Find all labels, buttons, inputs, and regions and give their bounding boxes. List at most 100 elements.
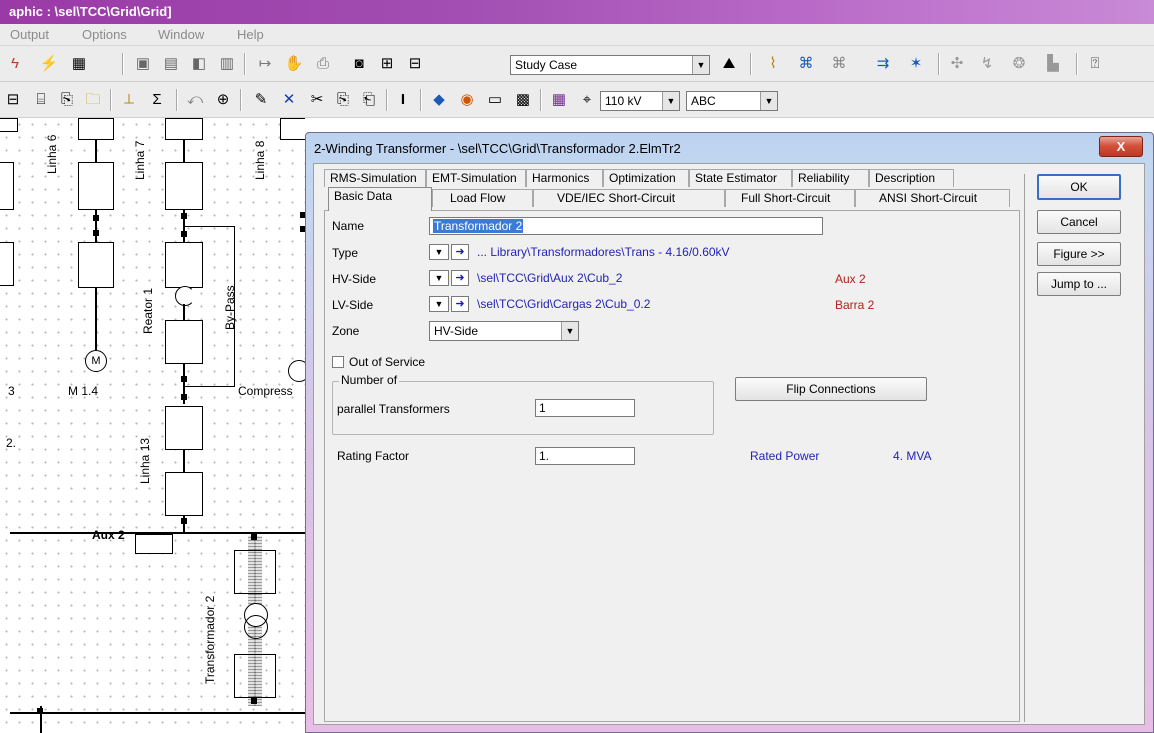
undo-icon[interactable]: ⤺ xyxy=(184,89,206,111)
relay-plot-icon[interactable]: ⌘ xyxy=(828,53,850,75)
palette-icon[interactable]: ◉ xyxy=(456,89,478,111)
jump-to-button[interactable]: Jump to ... xyxy=(1037,272,1121,296)
close-button[interactable]: X xyxy=(1099,136,1143,157)
element-box[interactable] xyxy=(78,242,114,288)
study-case-select[interactable]: Study Case ▼ xyxy=(510,55,710,75)
network-icon[interactable]: ▣ xyxy=(132,53,154,75)
compressor-motor-icon[interactable] xyxy=(288,360,305,382)
tab-vde-iec-short-circuit[interactable]: VDE/IEC Short-Circuit xyxy=(533,189,725,207)
lv-dropdown-button[interactable]: ▼ xyxy=(429,296,449,312)
hv-side-value[interactable]: \sel\TCC\Grid\Aux 2\Cub_2 xyxy=(477,271,622,285)
element-box[interactable] xyxy=(0,118,18,132)
bar-icon[interactable]: ▙ xyxy=(1042,53,1064,75)
type-value[interactable]: ... Library\Transformadores\Trans - 4.16… xyxy=(477,245,730,259)
tab-emt-simulation[interactable]: EMT-Simulation xyxy=(426,169,526,187)
new-doc-icon[interactable]: ⌸ xyxy=(30,89,52,111)
chart-icon[interactable]: ⛰ xyxy=(718,53,740,75)
tab-reliability[interactable]: Reliability xyxy=(792,169,869,187)
help-icon[interactable]: ⍰ xyxy=(1084,53,1106,75)
cancel-button[interactable]: Cancel xyxy=(1037,210,1121,234)
line-6-box[interactable] xyxy=(78,118,114,140)
wave-icon[interactable]: ↯ xyxy=(976,53,998,75)
bus-barra-2[interactable] xyxy=(10,712,305,714)
list-icon[interactable]: ▥ xyxy=(216,53,238,75)
element-box[interactable] xyxy=(234,654,276,698)
phase-select[interactable]: ABC ▼ xyxy=(686,91,778,111)
cut-icon[interactable]: ✂ xyxy=(306,89,328,111)
name-input[interactable]: Transformador 2 xyxy=(429,217,823,235)
layout-icon[interactable]: ▩ xyxy=(512,89,534,111)
add-image-icon[interactable]: ⊕ xyxy=(212,89,234,111)
figure-button[interactable]: Figure >> xyxy=(1037,242,1121,266)
tab-harmonics[interactable]: Harmonics xyxy=(526,169,603,187)
tab-state-estimator[interactable]: State Estimator xyxy=(689,169,792,187)
report-icon[interactable]: ▦ xyxy=(68,53,90,75)
node-icon[interactable]: ⟂ xyxy=(118,89,140,111)
grid-icon[interactable]: ⊞ xyxy=(376,53,398,75)
menu-output[interactable]: Output xyxy=(10,27,49,42)
element-box[interactable] xyxy=(165,472,203,516)
tab-ansi-short-circuit[interactable]: ANSI Short-Circuit xyxy=(855,189,1010,207)
camera-icon[interactable]: ◙ xyxy=(348,53,370,75)
flip-connections-button[interactable]: Flip Connections xyxy=(735,377,927,401)
element-box[interactable] xyxy=(0,162,14,210)
parallel-transformers-input[interactable]: 1 xyxy=(535,399,635,417)
element-box[interactable] xyxy=(165,242,203,288)
flash-icon[interactable]: ϟ xyxy=(4,53,26,75)
pointer-icon[interactable]: ↦ xyxy=(254,53,276,75)
paste-icon[interactable]: ⎗ xyxy=(358,89,380,111)
new-page-icon[interactable]: ⊟ xyxy=(2,89,24,111)
voltage-select[interactable]: 110 kV ▼ xyxy=(600,91,680,111)
table-icon[interactable]: ⊟ xyxy=(404,53,426,75)
motor-icon[interactable]: M xyxy=(85,350,107,372)
print-icon[interactable]: ⎙ xyxy=(312,53,334,75)
browser-icon[interactable]: ◧ xyxy=(188,53,210,75)
element-box[interactable] xyxy=(165,406,203,450)
open-folder-icon[interactable]: 🗀 xyxy=(82,89,104,111)
out-of-service-checkbox[interactable] xyxy=(332,356,344,368)
load-flow-icon[interactable]: ⚡ xyxy=(38,53,60,75)
line-7-box[interactable] xyxy=(165,118,203,140)
type-jump-button[interactable]: ➜ xyxy=(451,244,469,260)
fault-icon[interactable]: ✶ xyxy=(905,53,927,75)
hv-dropdown-button[interactable]: ▼ xyxy=(429,270,449,286)
zone-select[interactable]: HV-Side ▼ xyxy=(429,321,579,341)
element-box[interactable] xyxy=(78,162,114,210)
tab-optimization[interactable]: Optimization xyxy=(603,169,689,187)
element-box[interactable] xyxy=(165,162,203,210)
add-icon[interactable]: ⇉ xyxy=(872,53,894,75)
reliability-icon[interactable]: ❂ xyxy=(1008,53,1030,75)
harmonic-icon[interactable]: ✣ xyxy=(946,53,968,75)
lv-side-value[interactable]: \sel\TCC\Grid\Cargas 2\Cub_0.2 xyxy=(477,297,650,311)
tab-description[interactable]: Description xyxy=(869,169,954,187)
tab-basic-data[interactable]: Basic Data xyxy=(328,187,432,211)
bus-tag-box[interactable] xyxy=(135,534,173,554)
tab-full-short-circuit[interactable]: Full Short-Circuit xyxy=(725,189,855,207)
element-box[interactable] xyxy=(0,242,14,286)
line-8-box[interactable] xyxy=(280,118,305,140)
relay-icon[interactable]: ⌘ xyxy=(795,53,817,75)
text-cursor-icon[interactable]: I xyxy=(392,89,414,111)
pan-icon[interactable]: ✋ xyxy=(283,53,305,75)
tab-rms-simulation[interactable]: RMS-Simulation xyxy=(324,169,426,187)
diagram-canvas[interactable]: Linha 6 Linha 7 Linha 8 M M 1.4 3 2. By-… xyxy=(0,118,305,733)
copy-doc-icon[interactable]: ⎘ xyxy=(56,89,78,111)
tab-load-flow[interactable]: Load Flow xyxy=(432,189,533,207)
copy-icon[interactable]: ⎘ xyxy=(332,89,354,111)
sum-icon[interactable]: Σ xyxy=(146,89,168,111)
grid-settings-icon[interactable]: ▦ xyxy=(548,89,570,111)
ok-button[interactable]: OK xyxy=(1037,174,1121,200)
element-box[interactable] xyxy=(234,550,276,594)
pin-icon[interactable]: ⌖ xyxy=(576,89,598,111)
rating-factor-input[interactable]: 1. xyxy=(535,447,635,465)
edit-data-icon[interactable]: ▤ xyxy=(160,53,182,75)
fill-icon[interactable]: ◆ xyxy=(428,89,450,111)
element-box[interactable] xyxy=(165,320,203,364)
menu-help[interactable]: Help xyxy=(237,27,264,42)
delete-icon[interactable]: ✕ xyxy=(278,89,300,111)
menu-options[interactable]: Options xyxy=(82,27,127,42)
edit-icon[interactable]: ✎ xyxy=(250,89,272,111)
menu-window[interactable]: Window xyxy=(158,27,204,42)
hv-jump-button[interactable]: ➜ xyxy=(451,270,469,286)
reactor-icon[interactable] xyxy=(175,286,195,306)
